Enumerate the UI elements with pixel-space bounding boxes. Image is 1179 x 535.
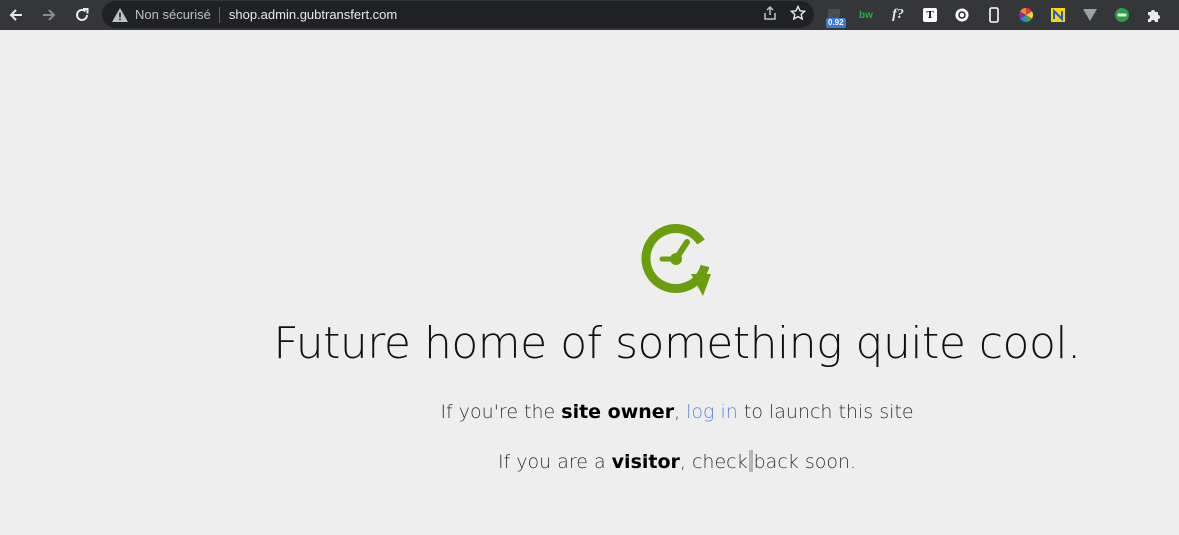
share-icon[interactable] — [762, 5, 778, 25]
warning-triangle-icon[interactable] — [112, 7, 128, 23]
clock-refresh-logo-icon — [641, 224, 711, 296]
arrow-left-icon — [9, 9, 22, 21]
bw-label: bw — [859, 9, 873, 21]
font-query-icon[interactable]: f? — [888, 5, 908, 25]
owner-prefix: If you're the — [440, 401, 562, 423]
circle-dot-icon[interactable] — [952, 5, 972, 25]
back-button[interactable] — [3, 2, 29, 28]
visitor-middle: , check — [679, 451, 748, 473]
security-status-label[interactable]: Non sécurisé — [135, 7, 211, 22]
omnibox-actions — [762, 1, 807, 28]
yellow-n-icon[interactable] — [1048, 5, 1068, 25]
browser-toolbar: Non sécurisé shop.admin.gubtransfert.com… — [0, 0, 1179, 30]
bookmark-star-icon[interactable] — [789, 4, 807, 25]
badge-extension-icon[interactable]: 0.92 — [824, 5, 846, 28]
phone-outline-icon[interactable] — [984, 5, 1004, 25]
owner-comma: , — [674, 401, 687, 423]
puzzle-icon[interactable] — [1144, 5, 1164, 25]
color-wheel-icon[interactable] — [1016, 5, 1036, 25]
extensions-bar: 0.92 bw f? T — [824, 0, 1176, 30]
address-bar[interactable]: Non sécurisé shop.admin.gubtransfert.com — [102, 1, 814, 28]
forward-button[interactable] — [36, 2, 62, 28]
visitor-suffix: back soon. — [753, 451, 857, 473]
t-label: T — [923, 8, 937, 22]
log-in-link[interactable]: log in — [686, 401, 738, 423]
v-triangle-icon[interactable] — [1080, 5, 1100, 25]
omnibox-divider — [218, 6, 220, 23]
owner-suffix: to launch this site — [737, 401, 914, 423]
bw-icon[interactable]: bw — [856, 5, 876, 25]
visitor-bold: visitor — [611, 451, 680, 473]
text-cursor — [748, 450, 753, 472]
page-headline: Future home of something quite cool. — [273, 318, 1081, 369]
visitor-message: If you are a visitor, check back soon. — [0, 450, 1179, 473]
reload-button[interactable] — [69, 2, 95, 28]
reload-icon — [76, 8, 89, 21]
visitor-prefix: If you are a — [497, 451, 612, 473]
site-owner-bold: site owner — [561, 401, 675, 423]
url-text[interactable]: shop.admin.gubtransfert.com — [229, 7, 397, 22]
t-square-icon[interactable]: T — [920, 5, 940, 25]
font-query-label: f? — [892, 7, 904, 22]
site-owner-message: If you're the site owner, log in to laun… — [0, 401, 1179, 423]
extension-badge: 0.92 — [826, 18, 846, 28]
arrow-right-icon — [43, 9, 56, 21]
green-circle-icon[interactable] — [1112, 5, 1132, 25]
